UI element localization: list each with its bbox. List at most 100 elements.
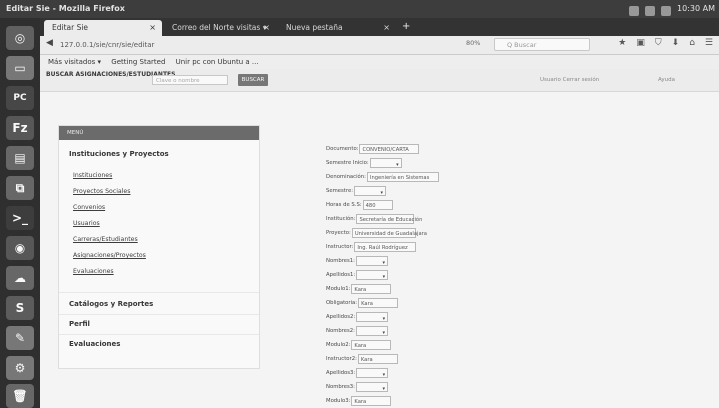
help-link[interactable]: Ayuda <box>658 77 675 83</box>
form-row: Modulo3: Kara <box>326 395 392 407</box>
form-select[interactable]: ▾ <box>355 255 388 266</box>
form-row: Proyecto: Universidad de Guadalajara <box>326 227 427 239</box>
sidebar-section-perfil[interactable]: Perfil <box>69 320 90 328</box>
filezilla-icon[interactable]: Fz <box>6 116 34 140</box>
form-row: Institución: Secretaría de Educación <box>326 213 422 225</box>
form-label: Nombres2: <box>326 328 355 334</box>
ubuntu-one-icon[interactable]: ☁ <box>6 266 34 290</box>
network-icon[interactable]: ⧉ <box>6 176 34 200</box>
form-select[interactable]: ▾ <box>356 367 389 378</box>
sidebar-link[interactable]: Usuarios <box>73 220 100 227</box>
volume-icon[interactable] <box>661 6 672 16</box>
form-input[interactable]: Kara <box>351 395 392 406</box>
bookmarks-bar: Más visitados ▾ Getting Started Unir pc … <box>40 55 719 69</box>
form-label: Instructor2: <box>326 356 357 362</box>
bookmark-item[interactable]: Unir pc con Ubuntu a ... <box>176 58 259 66</box>
form-label: Modulo3: <box>326 398 351 404</box>
form-input[interactable]: CONVENIO/CARTA <box>359 143 420 154</box>
menu-icon[interactable]: ☰ <box>705 38 713 48</box>
sidebar-link[interactable]: Instituciones <box>73 172 112 179</box>
form-row: Nombres3: ▾ <box>326 381 388 393</box>
form-select[interactable]: ▾ <box>356 269 389 280</box>
settings-icon[interactable]: ⚙ <box>6 356 34 380</box>
form-input[interactable]: Kara <box>351 339 392 350</box>
pycharm-icon[interactable]: PC <box>6 86 34 110</box>
form-select[interactable]: ▾ <box>356 311 389 322</box>
bookmark-item[interactable]: Getting Started <box>111 58 165 66</box>
form-select[interactable]: ▾ <box>353 185 386 196</box>
clock[interactable]: 10:30 AM <box>677 0 715 18</box>
form-input[interactable]: Kara <box>357 353 398 364</box>
form-label: Documento: <box>326 146 359 152</box>
terminal-icon[interactable]: >_ <box>6 206 34 230</box>
sidebar-link[interactable]: Carreras/Estudiantes <box>73 236 138 243</box>
form-input[interactable]: Secretaría de Educación <box>356 213 422 224</box>
user-links[interactable]: Usuario Cerrar sesión <box>540 77 599 83</box>
window-title: Editar Sie - Mozilla Firefox <box>6 4 125 13</box>
close-tab-icon[interactable]: × <box>383 20 390 36</box>
bookmarks-icon[interactable]: ▣ <box>636 38 645 48</box>
form-label: Nombres3: <box>326 384 355 390</box>
star-icon[interactable]: ★ <box>618 38 626 48</box>
url-bar[interactable]: 127.0.0.1/sie/cnr/sie/editar <box>60 39 480 51</box>
chevron-down-icon: ▾ <box>382 315 386 322</box>
sidebar-section-evaluaciones[interactable]: Evaluaciones <box>69 340 120 348</box>
form-row: Nombres1: ▾ <box>326 255 388 267</box>
keyboard-icon[interactable] <box>629 6 640 16</box>
network-icon[interactable] <box>645 6 656 16</box>
sidebar-link[interactable]: Convenios <box>73 204 105 211</box>
search-input[interactable]: Q Buscar <box>494 38 590 51</box>
trash-icon[interactable]: 🗑 <box>6 384 34 408</box>
search-button[interactable]: BUSCAR <box>238 74 268 86</box>
form-input[interactable]: Universidad de Guadalajara <box>351 227 427 238</box>
form-label: Instructor: <box>326 244 354 250</box>
form-label: Modulo2: <box>326 342 351 348</box>
monitor-icon[interactable]: ▤ <box>6 146 34 170</box>
form-label: Denominación: <box>326 174 366 180</box>
divider <box>59 292 259 293</box>
chevron-down-icon: ▾ <box>382 371 386 378</box>
close-tab-icon[interactable]: × <box>149 20 156 36</box>
pocket-icon[interactable]: ⛉ <box>655 38 662 48</box>
back-arrow-icon[interactable]: ◀ <box>46 38 53 48</box>
download-icon[interactable]: ⬇ <box>672 38 680 48</box>
skype-icon[interactable]: S <box>6 296 34 320</box>
form-select[interactable]: ▾ <box>355 381 388 392</box>
sidebar-header: MENÚ <box>59 126 259 140</box>
form-input[interactable]: Ing. Raúl Rodríguez <box>354 241 417 252</box>
sidebar-link[interactable]: Proyectos Sociales <box>73 188 130 195</box>
files-icon[interactable]: ◎ <box>6 26 34 50</box>
sidebar-section-catalogos[interactable]: Catálogos y Reportes <box>69 300 153 308</box>
sidebar-section-instituciones[interactable]: Instituciones y Proyectos <box>69 150 169 158</box>
form-row: Apellidos3: ▾ <box>326 367 389 379</box>
home-icon[interactable]: ⌂ <box>689 38 695 48</box>
form-input[interactable]: 480 <box>362 199 393 210</box>
form-label: Nombres1: <box>326 258 355 264</box>
editor-icon[interactable]: ✎ <box>6 326 34 350</box>
tab-label: Editar Sie <box>52 23 89 32</box>
form-input[interactable]: Kara <box>351 283 392 294</box>
new-tab-icon[interactable]: + <box>402 20 410 34</box>
close-tab-icon[interactable]: × <box>263 20 270 36</box>
tab-correo[interactable]: Correo del Norte visitas ▾ × <box>164 20 276 36</box>
home-folder-icon[interactable]: ▭ <box>6 56 34 80</box>
sidebar-link[interactable]: Asignaciones/Proyectos <box>73 252 146 259</box>
tab-editar-sie[interactable]: Editar Sie × <box>44 20 162 36</box>
sidebar-link[interactable]: Evaluaciones <box>73 268 114 275</box>
bookmark-item[interactable]: Más visitados ▾ <box>48 58 101 66</box>
form-select[interactable]: ▾ <box>369 157 402 168</box>
form-input[interactable]: Ingeniería en Sistemas <box>366 171 439 182</box>
launcher: ◎ ▭ PC Fz ▤ ⧉ >_ ◉ ☁ S ✎ ⚙ 🗑 <box>0 18 40 408</box>
tab-nueva-pestana[interactable]: Nueva pestaña × <box>278 20 396 36</box>
chevron-down-icon: ▾ <box>382 273 386 280</box>
form-select[interactable]: ▾ <box>355 325 388 336</box>
form-label: Semestre: <box>326 188 353 194</box>
form-input[interactable]: Kara <box>358 297 399 308</box>
form-row: Modulo1: Kara <box>326 283 392 295</box>
student-search-input[interactable]: Clave o nombre <box>152 75 228 85</box>
form-row: Nombres2: ▾ <box>326 325 388 337</box>
form-row: Modulo2: Kara <box>326 339 392 351</box>
zoom-level[interactable]: 80% <box>466 39 480 47</box>
divider <box>59 314 259 315</box>
chrome-icon[interactable]: ◉ <box>6 236 34 260</box>
